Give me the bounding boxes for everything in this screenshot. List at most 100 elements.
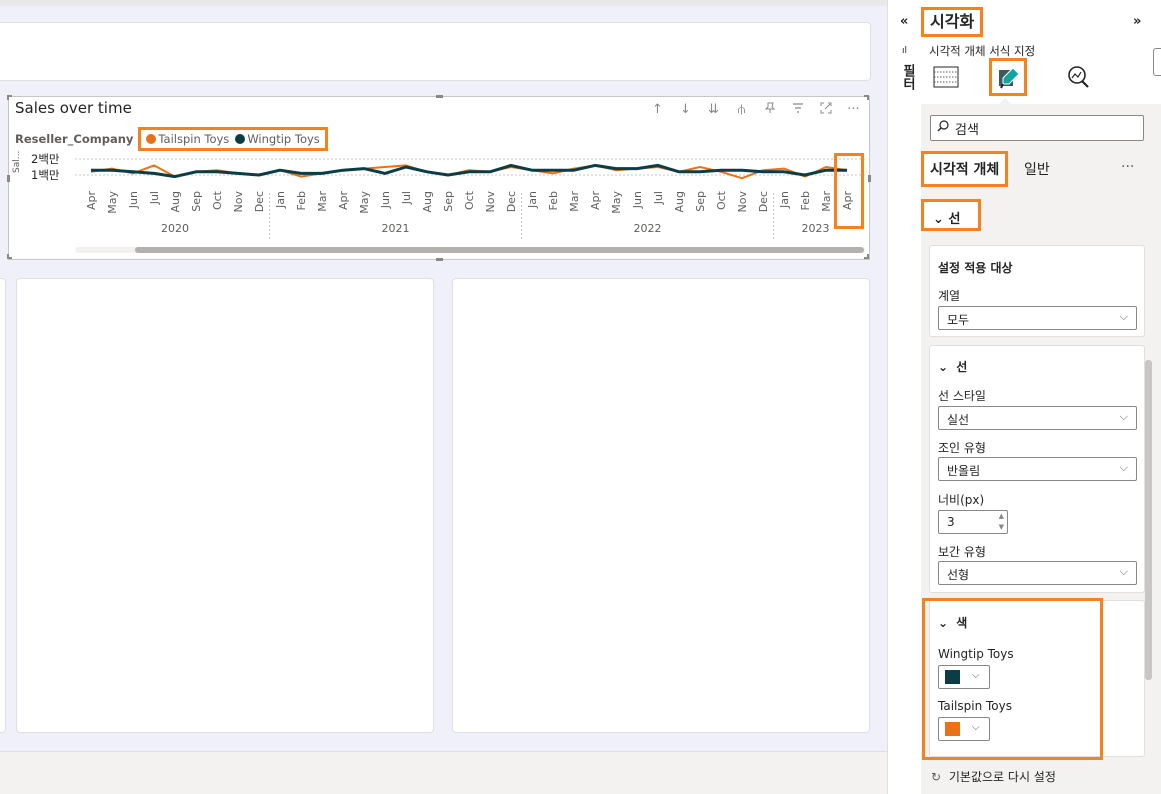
join-type-dropdown[interactable]: 반올림 ⌵ — [938, 457, 1137, 481]
width-label: 너비(px) — [938, 493, 985, 507]
interpolation-dropdown[interactable]: 선형 ⌵ — [938, 561, 1137, 585]
x-tick-label: Nov — [484, 191, 497, 213]
x-tick-label: May — [610, 191, 623, 214]
color-section-highlight — [922, 598, 1103, 760]
x-tick-label: Apr — [85, 191, 98, 211]
line-section-label: 선 — [948, 212, 961, 227]
x-tick-label: Jun — [379, 191, 392, 209]
chevron-down-icon: ⌵ — [1119, 461, 1128, 474]
x-tick-label: Dec — [505, 191, 518, 212]
x-year-label: 2020 — [161, 222, 189, 235]
right-card-visual[interactable] — [452, 278, 870, 733]
join-type-value: 반올림 — [947, 464, 981, 478]
x-tick-label: Sep — [694, 191, 707, 212]
format-visual-subtitle: 시각적 개체 서식 지정 — [929, 44, 1036, 58]
x-tick-label: Nov — [232, 191, 245, 213]
x-tick-label: Jul — [400, 191, 413, 205]
interpolation-value: 선형 — [947, 568, 970, 582]
x-tick-label: Jun — [631, 191, 644, 209]
x-year-label: 2023 — [802, 222, 830, 235]
line-group-header[interactable]: ⌄ 선 — [938, 358, 967, 375]
x-tick-label: Feb — [799, 191, 812, 210]
x-tick-label: Dec — [757, 191, 770, 212]
collapse-pane-icon[interactable]: « — [900, 14, 908, 29]
build-visual-icon[interactable] — [927, 58, 965, 96]
line-settings-card: ⌄ 선 선 스타일 실선 ⌵ 조인 유형 반올림 ⌵ 너비(px) 3 ▲ ▼ 보… — [929, 345, 1145, 593]
x-tick-label: Jan — [778, 191, 791, 209]
line-section-header[interactable]: ⌄ 선 — [921, 199, 981, 231]
tab-visual[interactable]: 시각적 개체 — [921, 151, 1009, 187]
x-tick-label: Oct — [715, 190, 728, 210]
chevron-down-icon: ⌵ — [1119, 410, 1128, 423]
x-tick-label: Aug — [421, 191, 434, 212]
search-input[interactable]: 검색 — [930, 115, 1144, 141]
x-tick-label: Aug — [169, 191, 182, 212]
analytics-icon[interactable] — [1059, 58, 1097, 96]
x-axis-scrollbar-thumb[interactable] — [135, 247, 864, 253]
chevron-down-icon: ⌄ — [933, 212, 944, 227]
join-type-label: 조인 유형 — [938, 441, 986, 455]
x-tick-label: Dec — [253, 191, 266, 212]
resize-handle-bottom-right[interactable] — [864, 254, 869, 259]
left-card-visual[interactable] — [0, 278, 6, 733]
middle-card-visual[interactable] — [16, 278, 434, 733]
y-tick-label: 1백만 — [31, 168, 60, 182]
x-axis-scrollbar[interactable] — [75, 247, 865, 253]
x-tick-label: May — [358, 191, 371, 214]
x-tick-label: Jul — [652, 191, 665, 205]
x-tick-label: Jan — [526, 191, 539, 209]
top-card-visual[interactable] — [0, 22, 871, 81]
x-tick-label: Mar — [316, 191, 329, 212]
chevron-down-icon: ⌄ — [938, 360, 949, 374]
expand-pane-icon[interactable]: » — [1133, 14, 1141, 29]
resize-handle-bottom[interactable] — [436, 258, 443, 261]
filters-pane-collapsed[interactable]: « ıl 필터 — [887, 0, 921, 794]
x-tick-label: Oct — [211, 190, 224, 210]
x-tick-label: Jan — [274, 191, 287, 209]
filters-pane-label[interactable]: 필터 — [898, 64, 917, 90]
chevron-down-icon: ⌵ — [1119, 565, 1128, 578]
tab-general[interactable]: 일반 — [1024, 159, 1050, 179]
pane-scrollbar[interactable] — [1145, 360, 1152, 680]
format-tabs: 시각적 개체 일반 ··· — [921, 150, 1151, 190]
canvas-bottom-bar — [0, 751, 887, 794]
report-canvas: Sales over time ↑ ↓ ⇊ ⫛ ··· Reseller_Com… — [0, 0, 887, 794]
line-plot-area: Apr May Jun Jul Aug Sep Oct Nov Dec Jan Feb Mar Apr M… — [12, 151, 865, 239]
tab-pointer — [999, 98, 1011, 104]
x-tick-label: Nov — [736, 191, 749, 213]
line-style-dropdown[interactable]: 실선 ⌵ — [938, 406, 1137, 430]
visualizations-pane: 시각화 » 시각적 개체 서식 지정 검색 시각적 개체 일반 ··· ⌄ 선 … — [921, 0, 1161, 794]
x-tick-label: Feb — [295, 191, 308, 210]
powerbi-report-editor: Sales over time ↑ ↓ ⇊ ⫛ ··· Reseller_Com… — [0, 0, 1161, 794]
line-style-label: 선 스타일 — [938, 389, 986, 403]
x-tick-label: Aug — [673, 191, 686, 212]
x-tick-label: Mar — [820, 191, 833, 212]
interpolation-label: 보간 유형 — [938, 545, 986, 559]
chevron-down-icon: ⌵ — [1119, 310, 1128, 323]
search-icon — [937, 120, 949, 136]
pane-edge-tab[interactable] — [1153, 48, 1161, 76]
visualizations-pane-header: 시각화 » 시각적 개체 서식 지정 — [921, 0, 1161, 104]
x-tick-label: Apr — [589, 191, 602, 211]
line-group-label: 선 — [956, 360, 968, 374]
resize-handle-bottom-left[interactable] — [7, 254, 12, 259]
x-tick-label: Jul — [148, 191, 161, 205]
search-placeholder: 검색 — [955, 122, 979, 138]
width-stepper[interactable]: 3 ▲ ▼ — [938, 510, 1008, 534]
x-year-label: 2022 — [634, 222, 662, 235]
reset-to-default-link[interactable]: ↻ 기본값으로 다시 설정 — [931, 768, 1056, 785]
last-month-highlight — [834, 153, 864, 229]
reset-icon: ↻ — [931, 770, 942, 784]
x-tick-label: Sep — [442, 191, 455, 212]
filters-strip-icon: ıl — [902, 46, 908, 56]
x-year-label: 2021 — [382, 222, 410, 235]
apply-settings-card: 설정 적용 대상 계열 모두 ⌵ — [929, 245, 1145, 337]
series-dropdown[interactable]: 모두 ⌵ — [938, 306, 1137, 330]
x-tick-label: Oct — [463, 190, 476, 210]
x-tick-label: Jun — [127, 191, 140, 209]
stepper-arrows-icon[interactable]: ▲ ▼ — [999, 511, 1004, 533]
sales-over-time-chart[interactable]: Sales over time ↑ ↓ ⇊ ⫛ ··· Reseller_Com… — [7, 95, 871, 261]
tabs-more-options-icon[interactable]: ··· — [1121, 159, 1134, 175]
y-axis-title: Sal... — [12, 151, 22, 173]
format-visual-icon[interactable] — [989, 58, 1027, 96]
